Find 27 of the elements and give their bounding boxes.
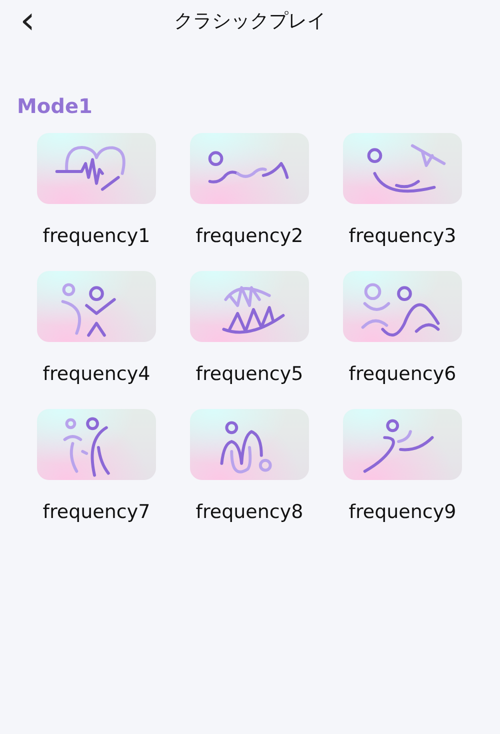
card-label: frequency3 [348,224,456,249]
card-label: frequency5 [196,362,304,387]
mode-card[interactable] [190,271,309,342]
mode-card[interactable] [37,271,156,342]
card-label: frequency4 [42,362,150,387]
back-button[interactable]: ‹ [20,0,36,40]
card-label: frequency1 [42,224,150,249]
card-label: frequency8 [196,500,304,525]
line-art-drawing [61,283,116,337]
card-label: frequency9 [348,500,456,525]
line-art-drawing [55,146,126,191]
page-title: クラシックプレイ [174,9,326,34]
mode-card[interactable] [343,133,462,204]
card-label: frequency2 [196,224,304,249]
line-art-drawing [222,286,285,334]
line-art-drawing [363,419,434,473]
card-label: frequency7 [42,500,150,525]
mode-card[interactable] [37,133,156,204]
card-label: frequency6 [348,362,456,387]
mode-card[interactable] [190,409,309,480]
section-title: Mode1 [17,93,92,120]
mode-card[interactable] [343,271,462,342]
mode-card[interactable] [37,409,156,480]
mode-card[interactable] [343,409,462,480]
line-art-drawing [220,421,272,474]
line-art-drawing [63,417,110,477]
mode-card[interactable] [190,133,309,204]
